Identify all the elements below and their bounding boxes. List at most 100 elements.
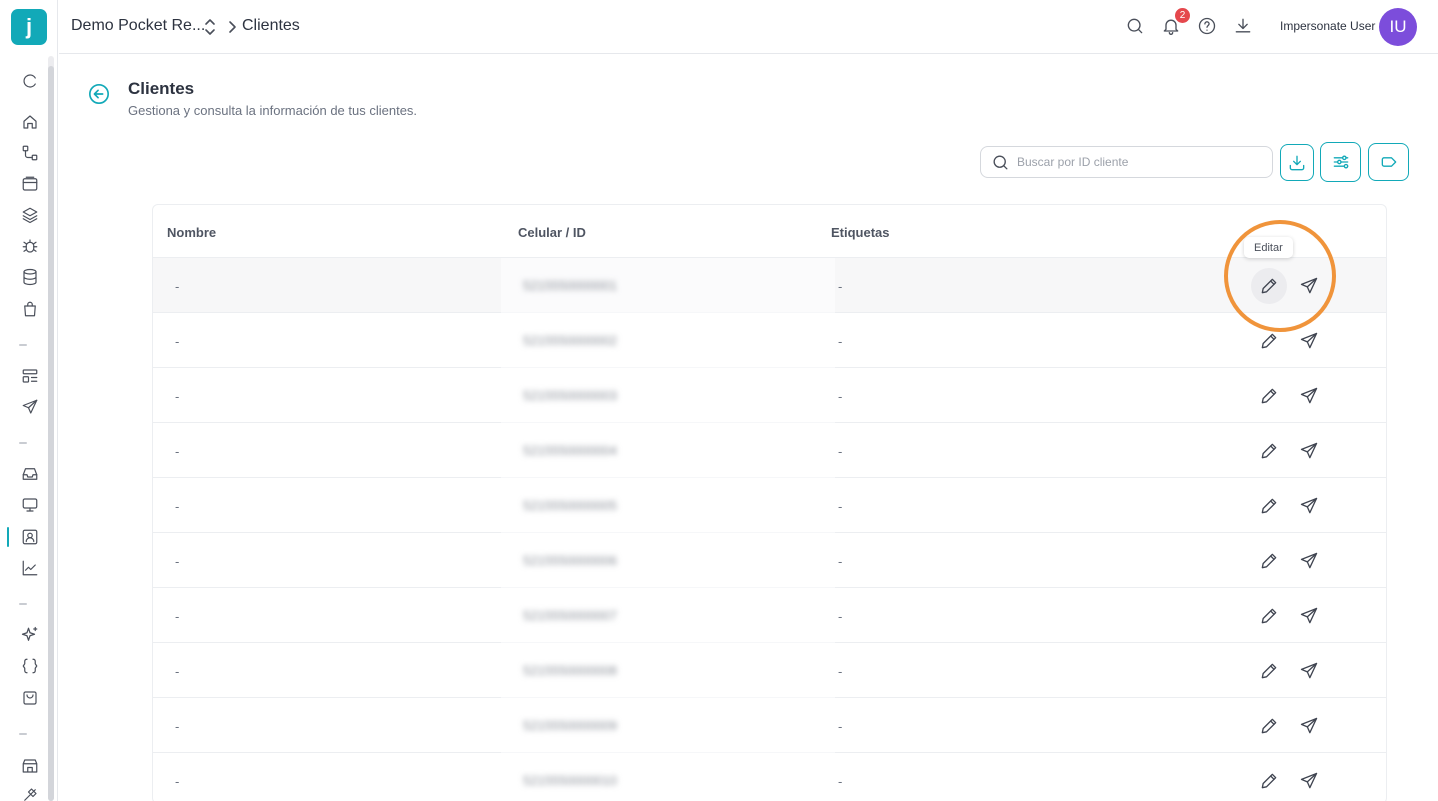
cell-etiquetas: -: [838, 389, 843, 404]
cell-etiquetas: -: [838, 719, 843, 734]
breadcrumb-current: Clientes: [242, 17, 300, 34]
send-icon: [1299, 771, 1319, 791]
send-message-button[interactable]: [1292, 712, 1326, 740]
send-icon: [1299, 716, 1319, 736]
send-icon[interactable]: [20, 397, 40, 417]
send-icon: [1299, 331, 1319, 351]
export-button[interactable]: [1280, 144, 1314, 181]
edit-button[interactable]: [1252, 657, 1286, 685]
sliders-icon: [1333, 155, 1348, 169]
chart-icon[interactable]: [20, 558, 40, 578]
send-message-button[interactable]: [1292, 382, 1326, 410]
send-message-button[interactable]: [1292, 327, 1326, 355]
sidebar-active-indicator: [7, 527, 9, 547]
sidebar-divider: [19, 733, 27, 735]
archive-icon[interactable]: [20, 174, 40, 194]
edit-button[interactable]: [1252, 437, 1286, 465]
pencil-icon: [1259, 661, 1279, 681]
sparkles-icon[interactable]: [20, 625, 40, 645]
edit-button[interactable]: [1252, 602, 1286, 630]
cell-etiquetas: -: [838, 334, 843, 349]
pencil-icon: [1259, 386, 1279, 406]
cell-etiquetas: -: [838, 499, 843, 514]
cell-nombre: -: [175, 609, 180, 624]
search-box[interactable]: [980, 146, 1273, 178]
shopping-bag-icon[interactable]: [20, 299, 40, 319]
tags-button[interactable]: [1368, 143, 1409, 181]
column-header-nombre[interactable]: Nombre: [167, 225, 216, 240]
send-message-button[interactable]: [1292, 272, 1326, 300]
database-icon[interactable]: [20, 267, 40, 287]
cell-etiquetas: -: [838, 279, 843, 294]
cell-etiquetas: -: [838, 774, 843, 789]
plug-icon[interactable]: [20, 785, 40, 801]
table-row[interactable]: - 5215550000001 -: [153, 258, 1386, 313]
table-row[interactable]: - 5215550000008 -: [153, 643, 1386, 698]
flow-icon[interactable]: [20, 143, 40, 163]
inbox-icon[interactable]: [20, 464, 40, 484]
sidebar-divider: [19, 344, 27, 346]
pencil-icon: [1259, 441, 1279, 461]
app-logo[interactable]: j: [11, 9, 47, 45]
edit-button[interactable]: [1252, 767, 1286, 795]
table-row[interactable]: - 5215550000009 -: [153, 698, 1386, 753]
table-row[interactable]: - 5215550000004 -: [153, 423, 1386, 478]
edit-button[interactable]: [1252, 327, 1286, 355]
table-row[interactable]: - 5215550000010 -: [153, 753, 1386, 801]
refresh-icon[interactable]: [20, 71, 40, 91]
cell-etiquetas: -: [838, 664, 843, 679]
column-header-celular[interactable]: Celular / ID: [518, 225, 586, 240]
notification-badge: 2: [1175, 8, 1190, 23]
avatar[interactable]: IU: [1379, 8, 1417, 46]
cell-nombre: -: [175, 389, 180, 404]
column-header-etiquetas[interactable]: Etiquetas: [831, 225, 890, 240]
send-message-button[interactable]: [1292, 547, 1326, 575]
edit-button[interactable]: [1251, 268, 1287, 304]
sidebar: j: [0, 0, 58, 801]
workspace-name[interactable]: Demo Pocket Re...: [71, 17, 205, 35]
chevron-up-down-icon[interactable]: [202, 17, 218, 37]
help-icon[interactable]: [1196, 15, 1218, 37]
table-row[interactable]: - 5215550000003 -: [153, 368, 1386, 423]
send-message-button[interactable]: [1292, 437, 1326, 465]
send-message-button[interactable]: [1292, 657, 1326, 685]
sidebar-scrollbar[interactable]: [48, 66, 54, 801]
table-row[interactable]: - 5215550000002 -: [153, 313, 1386, 368]
package-icon[interactable]: [20, 688, 40, 708]
layout-list-icon[interactable]: [20, 366, 40, 386]
search-icon[interactable]: [1124, 15, 1146, 37]
braces-icon[interactable]: [20, 656, 40, 676]
send-message-button[interactable]: [1292, 602, 1326, 630]
send-icon: [1299, 661, 1319, 681]
edit-button[interactable]: [1252, 382, 1286, 410]
cell-etiquetas: -: [838, 554, 843, 569]
search-input[interactable]: [1017, 152, 1257, 172]
home-icon[interactable]: [20, 112, 40, 132]
cell-celular: 5215550000004: [523, 443, 617, 458]
back-arrow-icon[interactable]: [88, 83, 110, 105]
send-message-button[interactable]: [1292, 767, 1326, 795]
store-icon[interactable]: [20, 756, 40, 776]
send-icon: [1299, 606, 1319, 626]
cell-celular: 5215550000009: [523, 718, 617, 733]
layers-icon[interactable]: [20, 205, 40, 225]
edit-button[interactable]: [1252, 492, 1286, 520]
user-name[interactable]: Impersonate User: [1280, 19, 1375, 33]
send-icon: [1299, 551, 1319, 571]
edit-button[interactable]: [1252, 547, 1286, 575]
send-message-button[interactable]: [1292, 492, 1326, 520]
table-row[interactable]: - 5215550000006 -: [153, 533, 1386, 588]
cell-celular: 5215550000007: [523, 608, 617, 623]
edit-button[interactable]: [1252, 712, 1286, 740]
table-row[interactable]: - 5215550000007 -: [153, 588, 1386, 643]
table-row[interactable]: - 5215550000005 -: [153, 478, 1386, 533]
cell-nombre: -: [175, 279, 180, 294]
cell-celular: 5215550000006: [523, 553, 617, 568]
bug-icon[interactable]: [20, 236, 40, 256]
monitor-icon[interactable]: [20, 495, 40, 515]
filters-button[interactable]: [1320, 142, 1361, 182]
download-icon[interactable]: [1232, 15, 1254, 37]
contact-icon[interactable]: [20, 527, 40, 547]
cell-nombre: -: [175, 664, 180, 679]
app-logo-letter: j: [25, 14, 33, 39]
